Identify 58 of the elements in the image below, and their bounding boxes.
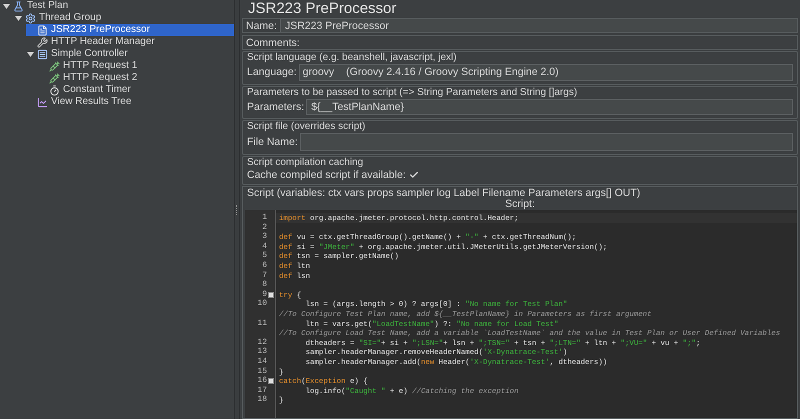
- group-title: Script (variables: ctx vars props sampler log Label Filename Parameters args[] OUT): [246, 187, 642, 199]
- list-box-icon: [37, 48, 48, 60]
- field-label: Comments:: [246, 36, 300, 48]
- tree-item[interactable]: HTTP Header Manager: [26, 36, 234, 48]
- line-number: 9: [262, 290, 267, 300]
- field-label: Language:: [247, 66, 297, 78]
- line-number: 18: [257, 395, 267, 405]
- line-number: 15: [257, 366, 267, 376]
- clock-icon: [49, 84, 60, 96]
- tree-item[interactable]: HTTP Request 2: [38, 72, 234, 84]
- code-editor[interactable]: [245, 210, 797, 418]
- language-dropdown[interactable]: groovy (Groovy 2.4.16 / Groovy Scripting Engine 2.0): [298, 64, 793, 80]
- line-number: 6: [262, 260, 267, 271]
- expand-toggle[interactable]: [2, 2, 10, 10]
- gear-icon: [25, 12, 36, 24]
- line-number: 1: [262, 213, 267, 223]
- fold-marker[interactable]: [268, 292, 274, 298]
- field-label: Name:: [246, 20, 277, 32]
- expand-toggle[interactable]: [26, 50, 34, 58]
- chart-icon: [37, 96, 48, 108]
- file-name-field[interactable]: [300, 132, 793, 150]
- line-number: 8: [262, 280, 267, 290]
- expand-toggle[interactable]: [14, 14, 22, 22]
- name-field[interactable]: JSR223 PreProcessor: [280, 19, 797, 32]
- group-title: Script file (overrides script): [247, 121, 366, 132]
- wrench-icon: [37, 36, 48, 48]
- line-number: 5: [262, 251, 267, 261]
- parameters-field[interactable]: ${__TestPlanName}: [306, 98, 793, 114]
- tree-item[interactable]: Test Plan: [2, 0, 234, 12]
- line-number: 14: [257, 356, 267, 366]
- field-label: File Name:: [247, 136, 298, 148]
- fold-marker[interactable]: [268, 378, 274, 384]
- line-number: 2: [262, 222, 267, 232]
- line-number: 12: [257, 338, 267, 348]
- panel-title: JSR223 PreProcessor: [247, 0, 398, 17]
- group-title: Parameters to be passed to script (=> String Parameters and String []args): [247, 87, 578, 98]
- tree-item[interactable]: View Results Tree: [26, 96, 234, 108]
- tree-item[interactable]: Constant Timer: [38, 84, 234, 96]
- tree-item[interactable]: Simple Controller: [26, 48, 234, 60]
- line-number: 3: [262, 232, 267, 242]
- line-number: 13: [257, 347, 267, 357]
- line-number: 10: [257, 299, 267, 309]
- field-label: Parameters:: [247, 100, 304, 112]
- line-number: 11: [257, 318, 267, 328]
- group-title: Script compilation caching: [247, 157, 364, 168]
- cache-checkbox[interactable]: [408, 170, 419, 180]
- flask-icon: [13, 0, 24, 12]
- line-number: 17: [257, 386, 267, 396]
- tree-item[interactable]: JSR223 PreProcessor: [26, 24, 234, 36]
- line-number: 7: [262, 270, 267, 280]
- tree-item[interactable]: HTTP Request 1: [38, 60, 234, 72]
- editor-label: Script:: [504, 199, 536, 210]
- line-number: 4: [262, 242, 267, 252]
- line-number: 16: [257, 376, 267, 386]
- document-icon: [37, 24, 48, 36]
- group-title: Script language (e.g. beanshell, javascript, jexl): [247, 52, 458, 63]
- tree-item[interactable]: Thread Group: [14, 12, 234, 24]
- field-label: Cache compiled script if available:: [247, 168, 406, 180]
